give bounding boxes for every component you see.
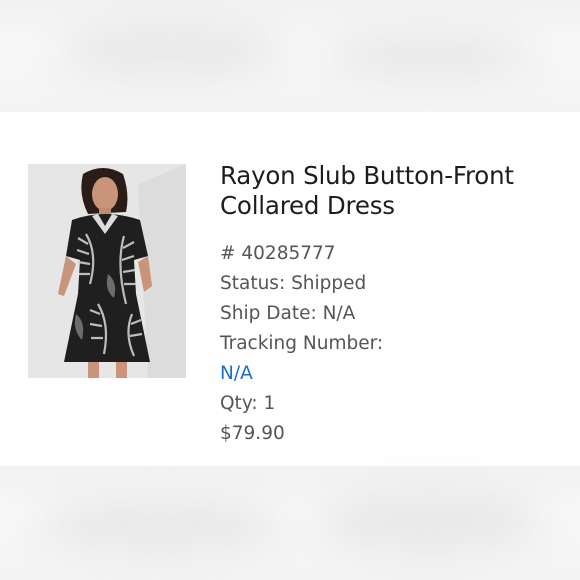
product-title-line2: Collared Dress <box>220 191 395 220</box>
blurred-background-bottom <box>0 466 580 580</box>
tracking-number-link[interactable]: N/A <box>220 359 570 389</box>
dress-photo-illustration <box>28 164 186 378</box>
quantity: Qty: 1 <box>220 393 276 414</box>
order-number: # 40285777 <box>220 243 336 264</box>
product-image[interactable] <box>28 164 186 378</box>
ship-date: Ship Date: N/A <box>220 303 356 324</box>
product-title[interactable]: Rayon Slub Button-Front Collared Dress <box>220 161 572 221</box>
order-item-card: Rayon Slub Button-Front Collared Dress #… <box>0 112 580 466</box>
product-title-line1: Rayon Slub Button-Front <box>220 161 514 190</box>
price: $79.90 <box>220 423 285 444</box>
blurred-background-top <box>0 0 580 112</box>
tracking-number-label: Tracking Number: <box>220 333 384 354</box>
order-status: Status: Shipped <box>220 273 367 294</box>
order-details: # 40285777 Status: Shipped Ship Date: N/… <box>220 239 570 449</box>
